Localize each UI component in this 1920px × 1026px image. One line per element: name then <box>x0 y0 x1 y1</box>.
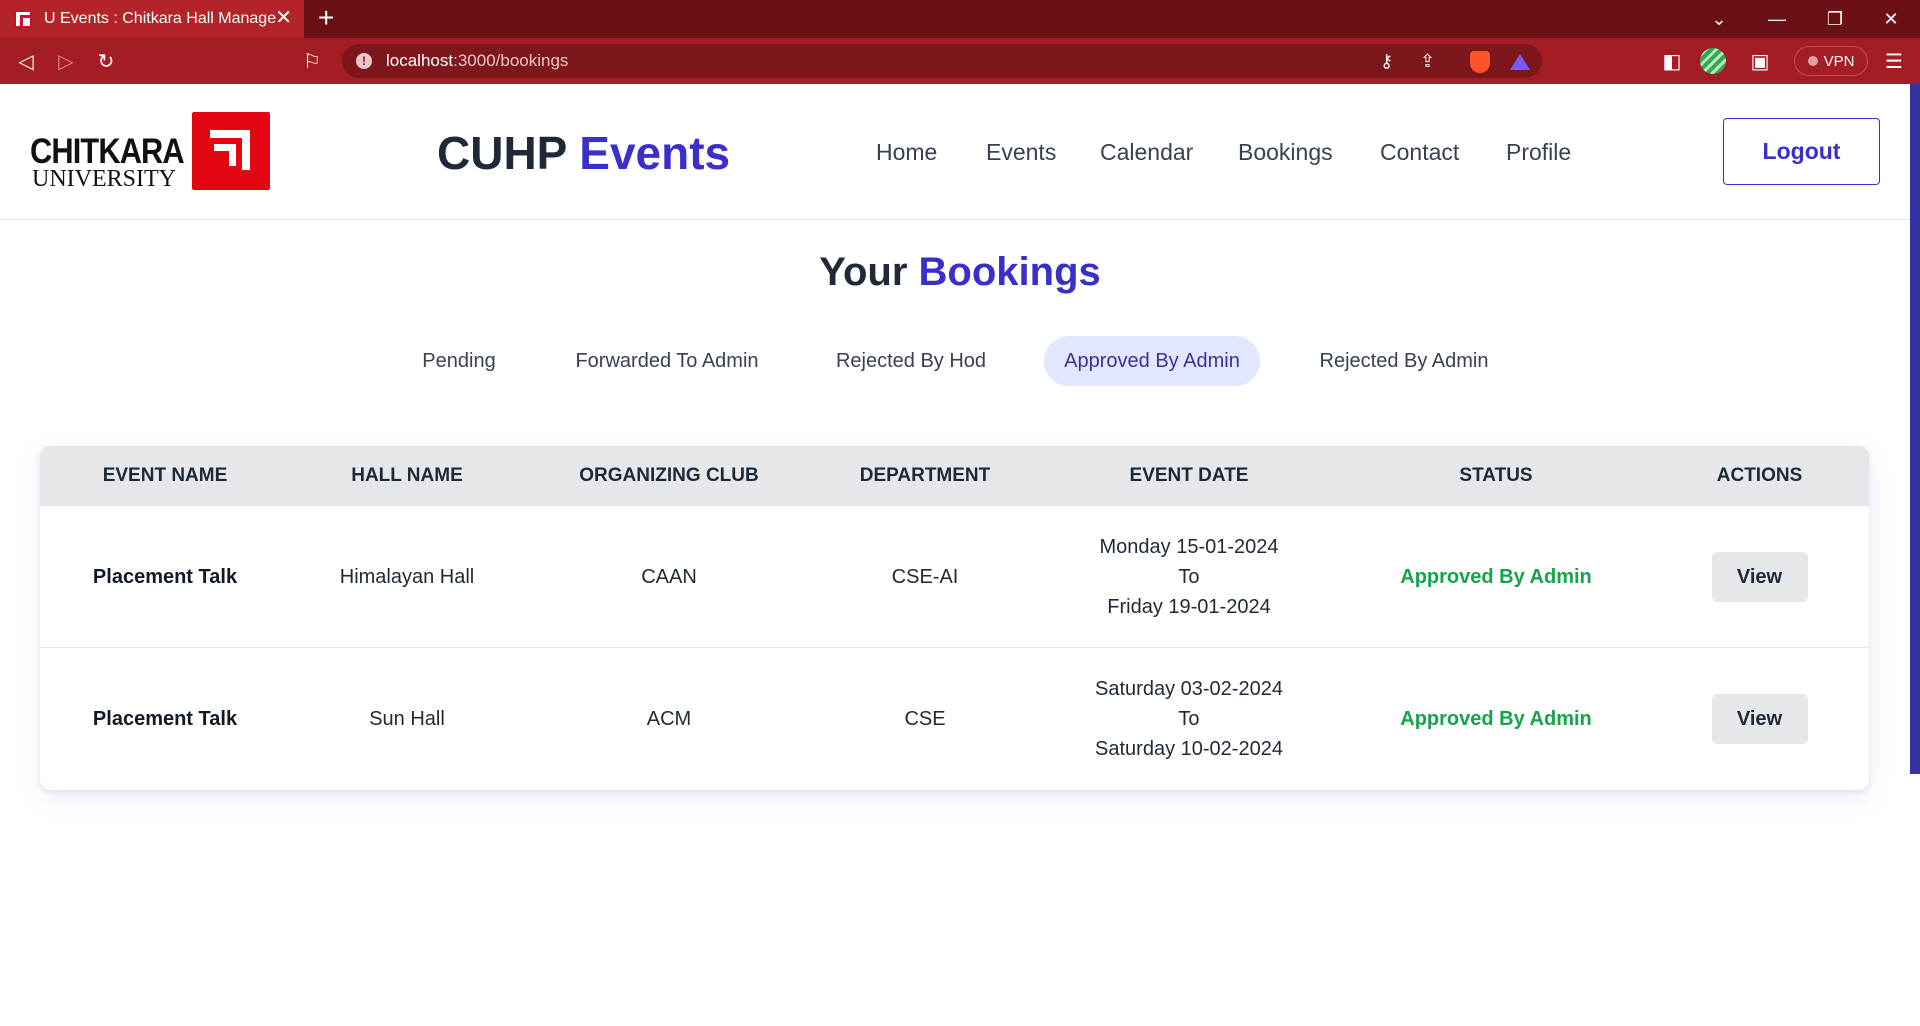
share-icon[interactable]: ⇪ <box>1420 51 1435 72</box>
date-to: Saturday 10-02-2024 <box>1095 738 1283 760</box>
minimize-icon[interactable]: — <box>1748 0 1806 38</box>
nav-link-calendar[interactable]: Calendar <box>1100 139 1193 166</box>
view-button[interactable]: View <box>1711 552 1808 602</box>
browser-tabbar: U Events : Chitkara Hall Management ✕ + … <box>0 0 1920 38</box>
logo-subtitle: UNIVERSITY <box>32 166 176 192</box>
date-separator: To <box>1178 708 1200 730</box>
filter-tab-pending[interactable]: Pending <box>404 336 514 386</box>
logout-button[interactable]: Logout <box>1723 118 1880 185</box>
site-info-icon[interactable]: ! <box>356 53 372 69</box>
address-bar[interactable]: ! localhost:3000/bookings ⚷ ⇪ <box>342 44 1542 78</box>
brave-rewards-icon[interactable] <box>1510 54 1530 70</box>
page-title-prefix: Your <box>819 250 908 294</box>
url-path: :3000/bookings <box>453 51 569 70</box>
password-key-icon[interactable]: ⚷ <box>1380 51 1393 72</box>
url-text: localhost:3000/bookings <box>386 51 568 71</box>
cell-actions: View <box>1650 506 1869 648</box>
scrollbar-thumb[interactable] <box>1910 84 1920 774</box>
column-header-hall-name: Hall Name <box>351 465 463 486</box>
new-tab-icon[interactable]: + <box>318 4 334 32</box>
column-header-event-date: Event Date <box>1129 465 1249 486</box>
cell-department: CSE-AI <box>891 565 959 588</box>
vpn-label: VPN <box>1823 52 1855 70</box>
filter-tab-approved-by-admin[interactable]: Approved By Admin <box>1044 336 1260 386</box>
cell-event-date: Saturday 03-02-2024 To Saturday 10-02-20… <box>1036 648 1342 790</box>
browser-tab-active[interactable]: U Events : Chitkara Hall Management ✕ <box>0 0 304 38</box>
bookmark-icon[interactable]: ⚐ <box>300 49 324 73</box>
nav-link-bookings[interactable]: Bookings <box>1238 139 1333 166</box>
status-badge: Approved By Admin <box>1400 707 1592 730</box>
wallet-icon[interactable]: ▣ <box>1748 49 1772 73</box>
tab-title: U Events : Chitkara Hall Management <box>44 10 276 27</box>
cell-organizing-club: ACM <box>646 707 692 730</box>
date-from: Monday 15-01-2024 <box>1099 536 1279 558</box>
site-favicon-icon <box>14 10 32 28</box>
nav-link-contact[interactable]: Contact <box>1380 139 1459 166</box>
filter-tab-rejected-by-hod[interactable]: Rejected By Hod <box>820 336 1002 386</box>
cell-hall-name: Himalayan Hall <box>339 565 475 588</box>
vpn-button[interactable]: VPN <box>1794 46 1868 76</box>
url-host: localhost <box>386 51 454 70</box>
date-to: Friday 19-01-2024 <box>1107 596 1271 618</box>
browser-toolbar: ◁ ▷ ↻ ⚐ ! localhost:3000/bookings ⚷ ⇪ ◧ … <box>0 38 1920 84</box>
column-header-department: Department <box>859 465 991 486</box>
site-navbar: CHITKARA UNIVERSITY CUHP Events Home Eve… <box>0 84 1910 220</box>
filter-tab-rejected-by-admin[interactable]: Rejected By Admin <box>1304 336 1504 386</box>
filter-tab-forwarded-to-admin[interactable]: Forwarded To Admin <box>558 336 776 386</box>
status-badge: Approved By Admin <box>1400 565 1592 588</box>
bookings-table: Event Name Hall Name Organizing Club Dep… <box>40 446 1869 790</box>
vpn-status-icon <box>1807 56 1818 66</box>
logo-mark-icon <box>192 112 270 190</box>
nav-link-profile[interactable]: Profile <box>1506 139 1571 166</box>
cell-event-name: Placement Talk <box>92 565 238 588</box>
close-window-icon[interactable]: ✕ <box>1862 0 1920 38</box>
column-header-organizing-club: Organizing Club <box>579 465 759 486</box>
forward-icon[interactable]: ▷ <box>54 49 78 73</box>
restore-icon[interactable]: ❐ <box>1806 0 1864 38</box>
date-from: Saturday 03-02-2024 <box>1095 678 1283 700</box>
column-header-status: Status <box>1459 465 1533 486</box>
page-title: Your Bookings <box>0 250 1920 295</box>
site-brand[interactable]: CUHP Events <box>437 126 730 180</box>
tab-search-chevron-icon[interactable]: ⌄ <box>1690 0 1748 38</box>
sidebar-icon[interactable]: ◧ <box>1660 49 1684 73</box>
reload-icon[interactable]: ↻ <box>94 49 118 73</box>
brand-accent: Events <box>579 127 731 179</box>
back-icon[interactable]: ◁ <box>14 49 38 73</box>
table-row: Placement Talk Himalayan Hall CAAN CSE-A… <box>40 506 1869 648</box>
cell-event-name: Placement Talk <box>92 707 238 730</box>
brand-prefix: CUHP <box>437 127 567 179</box>
profile-avatar-icon[interactable] <box>1700 48 1726 74</box>
cell-actions: View <box>1650 648 1869 790</box>
cell-department: CSE <box>904 707 946 730</box>
page-title-accent: Bookings <box>918 250 1101 294</box>
tab-close-icon[interactable]: ✕ <box>275 8 292 28</box>
cell-event-date: Monday 15-01-2024 To Friday 19-01-2024 <box>1036 506 1342 648</box>
menu-icon[interactable]: ☰ <box>1882 49 1906 73</box>
nav-link-home[interactable]: Home <box>876 139 937 166</box>
page-content: CHITKARA UNIVERSITY CUHP Events Home Eve… <box>0 84 1920 1026</box>
view-button[interactable]: View <box>1711 694 1808 744</box>
date-separator: To <box>1178 566 1200 588</box>
cell-organizing-club: CAAN <box>641 565 697 588</box>
university-logo[interactable]: CHITKARA UNIVERSITY <box>30 112 270 192</box>
column-header-event-name: Event Name <box>102 465 228 486</box>
brave-shields-icon[interactable] <box>1470 51 1490 73</box>
nav-link-events[interactable]: Events <box>986 139 1056 166</box>
table-header: Event Name Hall Name Organizing Club Dep… <box>40 446 1869 506</box>
table-row: Placement Talk Sun Hall ACM CSE Saturday… <box>40 648 1869 790</box>
column-header-actions: Actions <box>1716 465 1803 486</box>
cell-hall-name: Sun Hall <box>369 707 445 730</box>
